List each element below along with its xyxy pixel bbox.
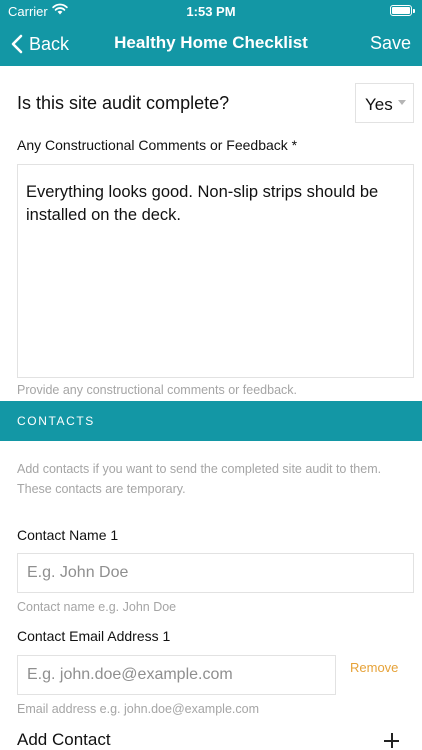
remove-contact-button[interactable]: Remove [350,660,398,675]
comments-textarea[interactable]: Everything looks good. Non-slip strips s… [17,164,414,378]
plus-icon[interactable] [384,733,399,748]
save-button[interactable]: Save [370,33,411,54]
audit-complete-select[interactable]: Yes [355,83,414,123]
contacts-section-header: CONTACTS [0,401,422,441]
status-bar: Carrier 1:53 PM [0,0,422,22]
contact-name-label: Contact Name 1 [17,527,119,543]
contact-name-hint: Contact name e.g. John Doe [17,600,177,614]
caret-down-icon [398,100,406,105]
chevron-left-icon [11,34,23,54]
battery-icon [390,5,415,16]
back-label: Back [29,33,70,54]
contact-email-input[interactable]: E.g. john.doe@example.com [17,655,336,695]
contacts-description: Add contacts if you want to send the com… [17,462,382,496]
status-time: 1:53 PM [186,4,236,19]
contact-email-hint: Email address e.g. john.doe@example.com [17,702,259,716]
comments-label: Any Constructional Comments or Feedback … [17,137,298,153]
navigation-header: Carrier 1:53 PM Back Healthy Home Checkl… [0,0,422,66]
contact-email-label: Contact Email Address 1 [17,628,171,644]
contact-name-input[interactable]: E.g. John Doe [17,553,414,593]
audit-complete-value: Yes [365,95,393,114]
audit-complete-label: Is this site audit complete? [17,93,230,113]
add-contact-button[interactable]: Add Contact [17,730,111,750]
comments-hint: Provide any constructional comments or f… [17,383,297,397]
back-button[interactable]: Back [10,32,69,56]
